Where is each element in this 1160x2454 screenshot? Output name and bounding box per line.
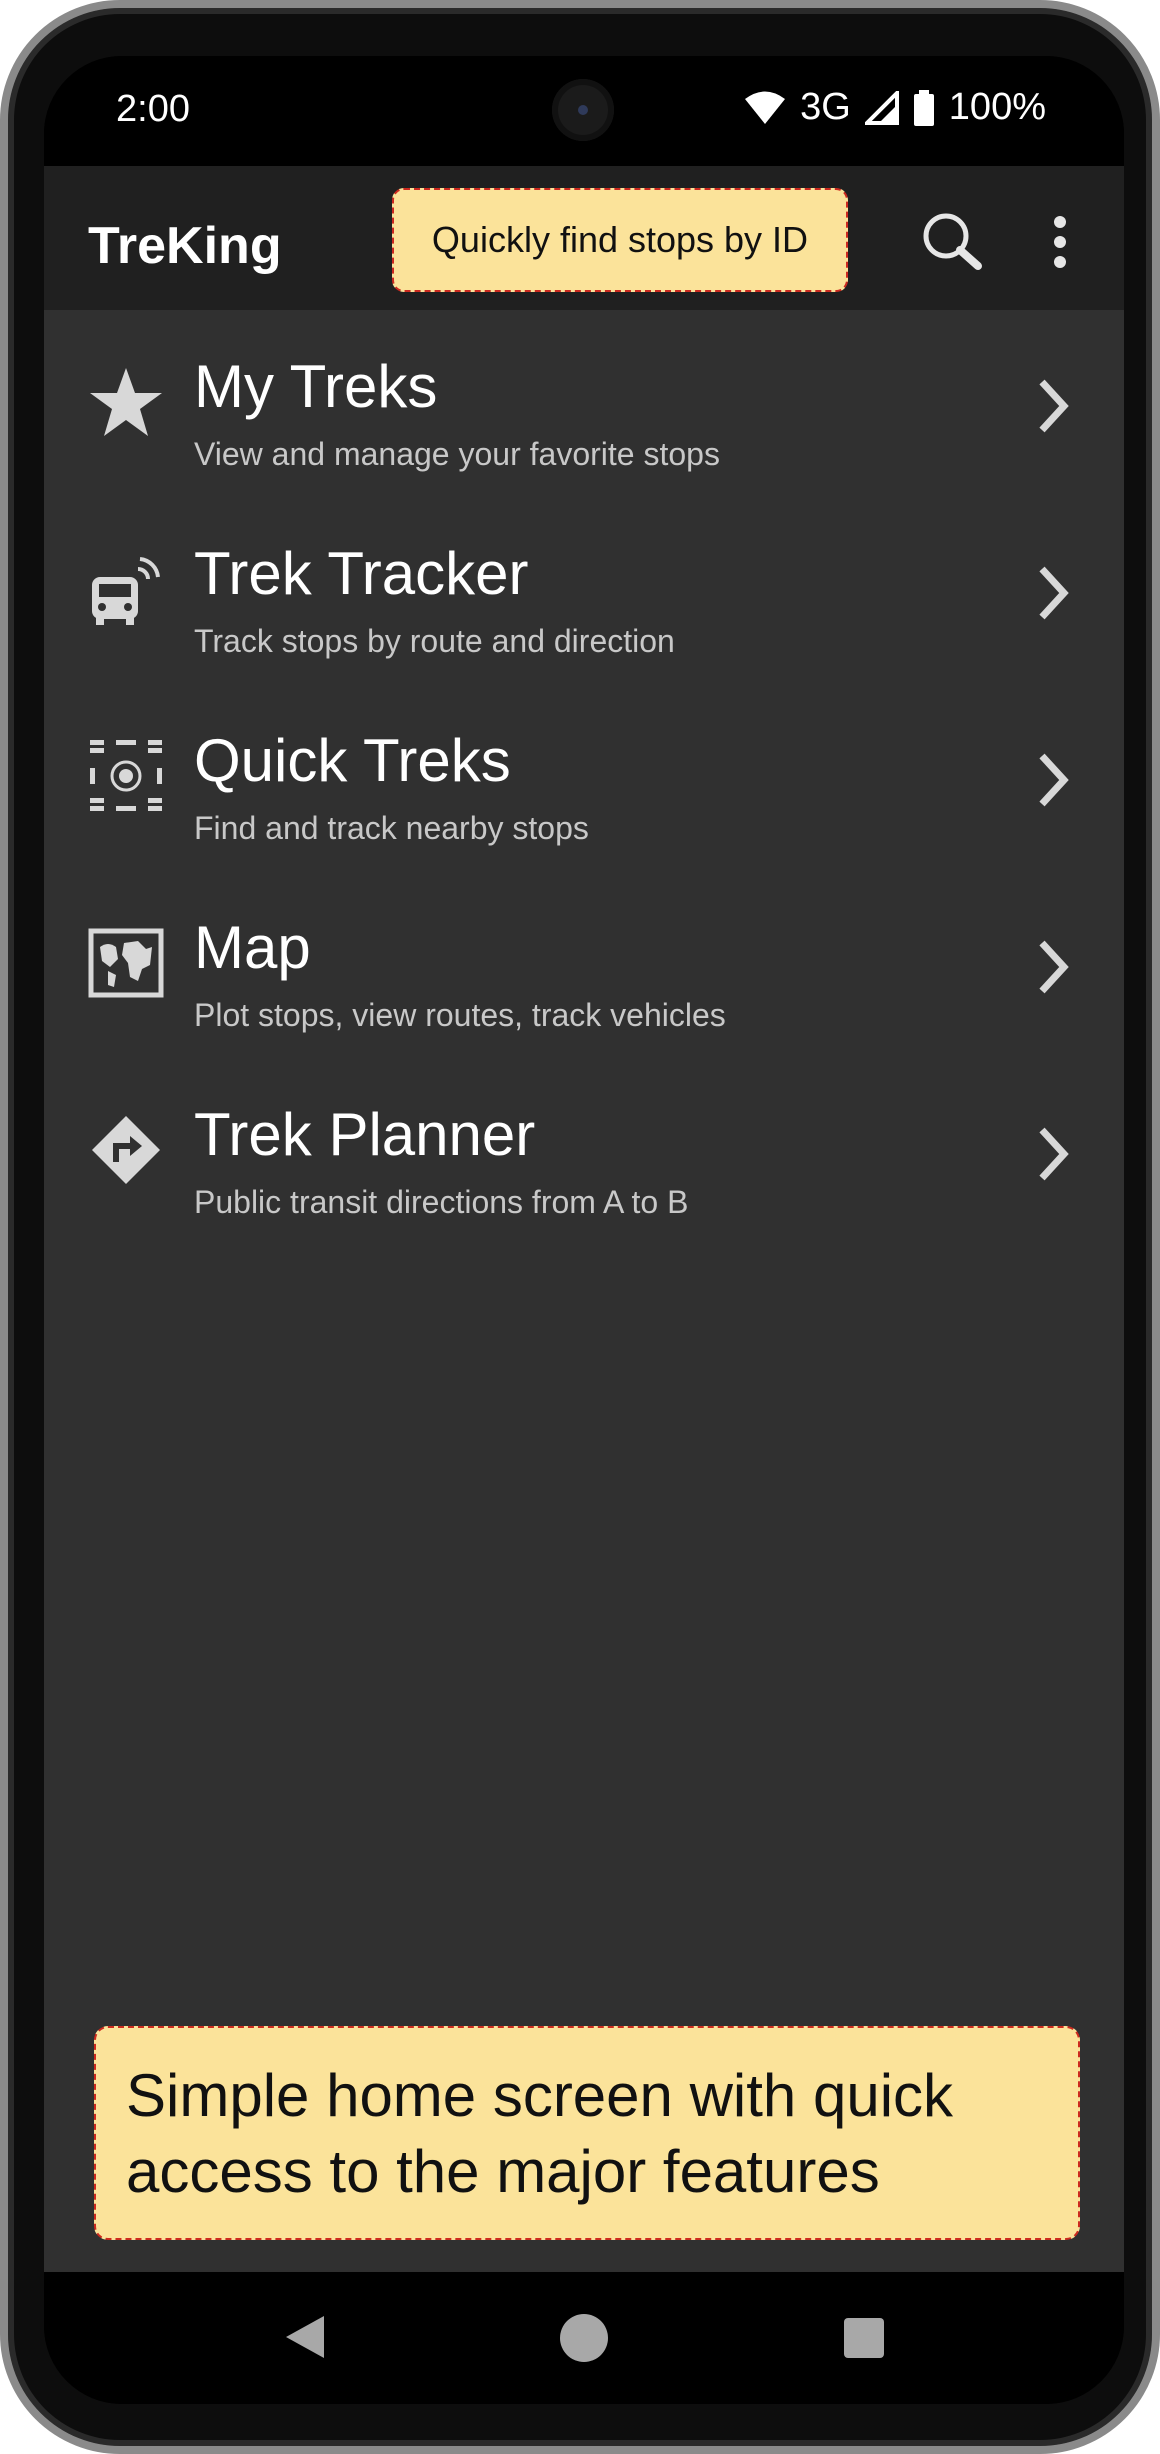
menu-item-title: My Treks bbox=[194, 353, 438, 420]
screen: 2:00 3G 100% TreKing Quickly find stops … bbox=[44, 56, 1124, 2404]
menu-item-title: Trek Tracker bbox=[194, 540, 529, 607]
front-camera bbox=[552, 79, 614, 141]
back-icon[interactable] bbox=[282, 2314, 326, 2360]
menu-item-subtitle: Find and track nearby stops bbox=[194, 810, 589, 846]
menu-item-subtitle: Plot stops, view routes, track vehicles bbox=[194, 997, 726, 1033]
home-icon[interactable] bbox=[558, 2312, 610, 2364]
status-bar: 2:00 3G 100% bbox=[44, 56, 1124, 166]
menu-item-subtitle: View and manage your favorite stops bbox=[194, 436, 720, 472]
menu-item-title: Quick Treks bbox=[194, 727, 511, 794]
menu-item-subtitle: Track stops by route and direction bbox=[194, 623, 675, 659]
recents-icon[interactable] bbox=[842, 2316, 886, 2360]
menu-item-title: Map bbox=[194, 914, 311, 981]
menu-item-trek-planner[interactable]: Trek Planner Public transit directions f… bbox=[44, 1058, 1124, 1245]
menu-item-map[interactable]: Map Plot stops, view routes, track vehic… bbox=[44, 871, 1124, 1058]
chevron-right-icon bbox=[1039, 379, 1069, 433]
menu-item-quick-treks[interactable]: Quick Treks Find and track nearby stops bbox=[44, 684, 1124, 871]
menu-item-subtitle: Public transit directions from A to B bbox=[194, 1184, 689, 1220]
chevron-right-icon bbox=[1039, 566, 1069, 620]
menu-item-my-treks[interactable]: My Treks View and manage your favorite s… bbox=[44, 310, 1124, 497]
chevron-right-icon bbox=[1039, 940, 1069, 994]
feature-banner: Simple home screen with quick access to … bbox=[94, 2026, 1080, 2240]
network-type: 3G bbox=[800, 86, 851, 128]
search-icon[interactable] bbox=[920, 210, 984, 274]
battery-level: 100% bbox=[948, 86, 1046, 128]
phone-frame: 2:00 3G 100% TreKing Quickly find stops … bbox=[0, 0, 1160, 2454]
navigation-bar bbox=[44, 2272, 1124, 2404]
chevron-right-icon bbox=[1039, 1127, 1069, 1181]
home-menu: My Treks View and manage your favorite s… bbox=[44, 310, 1124, 2272]
search-tooltip: Quickly find stops by ID bbox=[392, 188, 848, 292]
status-icons: 3G 100% bbox=[744, 86, 1046, 129]
menu-item-trek-tracker[interactable]: Trek Tracker Track stops by route and di… bbox=[44, 497, 1124, 684]
battery-icon bbox=[913, 89, 934, 126]
star-icon bbox=[90, 368, 162, 436]
signal-icon bbox=[864, 90, 899, 125]
map-icon bbox=[88, 928, 164, 998]
app-title: TreKing bbox=[88, 217, 282, 275]
menu-item-title: Trek Planner bbox=[194, 1101, 536, 1168]
directions-icon bbox=[92, 1116, 160, 1184]
status-time: 2:00 bbox=[116, 88, 190, 130]
nearby-stops-icon bbox=[90, 740, 162, 811]
more-vert-icon[interactable] bbox=[1048, 212, 1072, 272]
wifi-icon bbox=[745, 91, 786, 124]
bus-tracker-icon bbox=[92, 557, 160, 625]
chevron-right-icon bbox=[1039, 753, 1069, 807]
